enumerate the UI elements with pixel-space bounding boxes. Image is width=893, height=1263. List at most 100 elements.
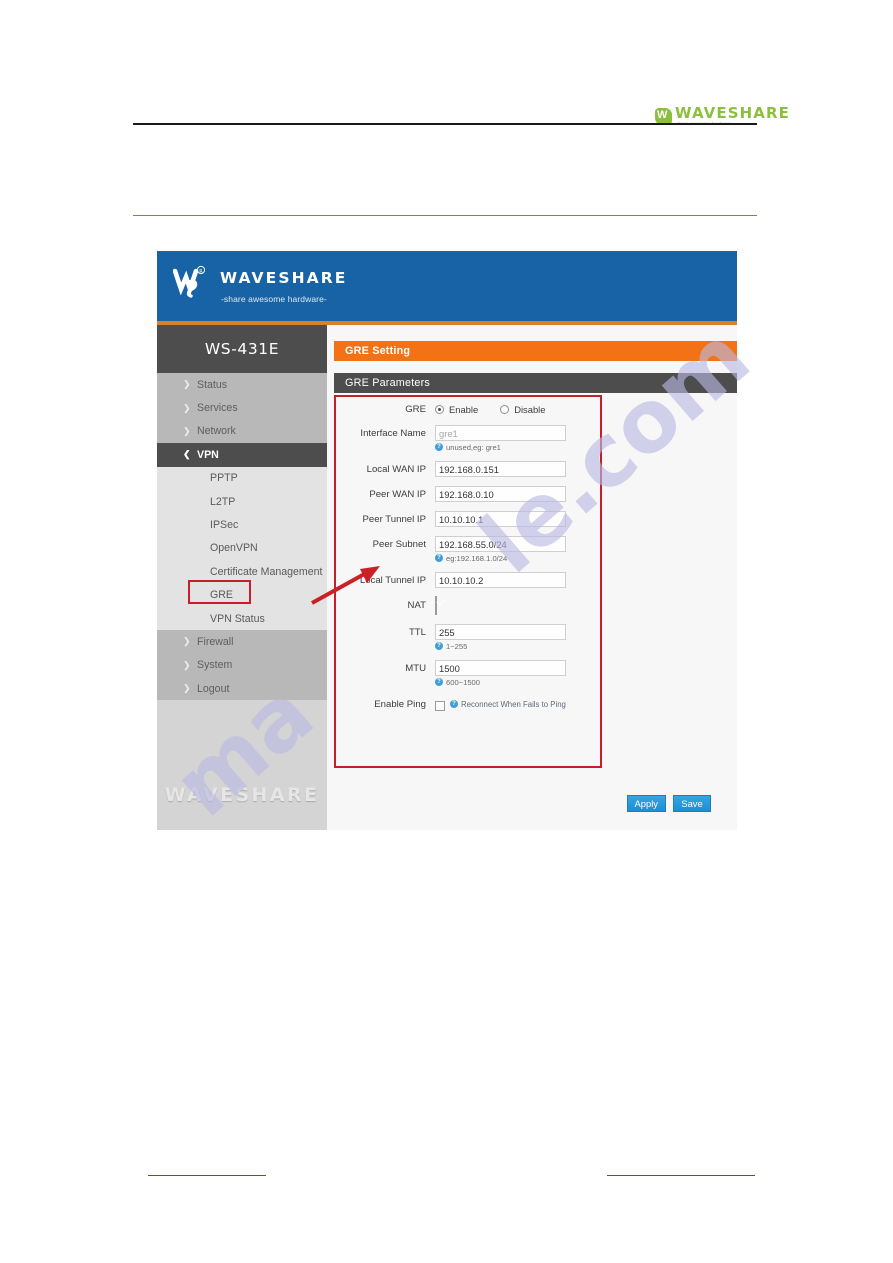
chevron-right-icon: ❯ [183, 636, 191, 647]
sidebar-item-logout[interactable]: ❯ Logout [157, 677, 327, 700]
chevron-right-icon: ❯ [183, 379, 191, 390]
device-model-label: WS-431E [157, 325, 327, 373]
field-peer-wan-ip: Peer WAN IP 192.168.0.10 [334, 485, 626, 502]
gre-parameters-form: GRE Enable Disable Interface Name gre1 ?… [334, 393, 626, 768]
router-brand: WAVESHARE -share awesome hardware- [220, 265, 347, 304]
gre-radio-disable[interactable]: Disable [500, 404, 545, 415]
sidebar-watermark: WAVESHARE [164, 784, 320, 806]
sidebar-item-gre[interactable]: GRE [157, 579, 327, 607]
chevron-right-icon: ❯ [183, 402, 191, 413]
field-label: GRE [405, 404, 426, 415]
field-label: Peer Subnet [372, 538, 426, 550]
enable-ping-checkbox[interactable] [435, 700, 445, 711]
ttl-input[interactable]: 255 [435, 623, 566, 640]
router-header: R WAVESHARE -share awesome hardware- [157, 251, 737, 321]
waveshare-logo-icon [655, 107, 672, 125]
gre-radio-enable[interactable]: Enable [435, 404, 478, 415]
sidebar-item-label: System [197, 659, 233, 672]
field-label: TTL [408, 626, 426, 638]
enable-ping-hint: ? Reconnect When Fails to Ping [450, 700, 566, 709]
local-tunnel-ip-input[interactable]: 10.10.10.2 [435, 571, 566, 588]
field-interface-name: Interface Name gre1 ? unused,eg: gre1 [334, 424, 626, 452]
hint-text: unused,eg: gre1 [446, 442, 501, 452]
help-icon: ? [435, 554, 443, 563]
field-label: MTU [405, 662, 426, 674]
field-label: Peer WAN IP [369, 488, 426, 500]
hint-text: Reconnect When Fails to Ping [461, 699, 566, 709]
chevron-down-icon: ❮ [183, 449, 191, 460]
sidebar-item-label: Firewall [197, 635, 234, 648]
peer-wan-ip-input[interactable]: 192.168.0.10 [435, 485, 566, 502]
sidebar-item-certificate-management[interactable]: Certificate Management [157, 560, 327, 583]
apply-button[interactable]: Apply [626, 795, 666, 812]
sidebar-item-label: Status [197, 378, 228, 391]
radio-label: Disable [514, 404, 546, 415]
field-peer-subnet: Peer Subnet 192.168.55.0/24 ? eg:192.168… [334, 535, 626, 563]
sidebar: WS-431E ❯ Status ❯ Services ❯ Network ❮ … [157, 325, 327, 830]
interface-name-input[interactable]: gre1 [435, 424, 566, 441]
sidebar-item-ipsec[interactable]: IPSec [157, 513, 327, 536]
sidebar-bottom-group: ❯ Firewall ❯ System ❯ Logout [157, 630, 327, 701]
sidebar-item-label: PPTP [210, 472, 238, 485]
router-brand-tagline: -share awesome hardware- [221, 294, 327, 304]
help-icon: ? [435, 642, 443, 651]
radio-selected-icon [435, 405, 444, 414]
sidebar-item-label: L2TP [210, 495, 236, 508]
header-divider [133, 123, 757, 125]
field-label: Enable Ping [374, 698, 426, 710]
help-icon: ? [435, 678, 443, 687]
chevron-right-icon: ❯ [183, 425, 191, 436]
sidebar-item-l2tp[interactable]: L2TP [157, 490, 327, 513]
sidebar-item-system[interactable]: ❯ System [157, 654, 327, 677]
form-actions: Apply Save [626, 795, 711, 812]
field-label: Local Tunnel IP [359, 574, 426, 586]
interface-name-hint: ? unused,eg: gre1 [435, 443, 626, 452]
sidebar-item-label: Certificate Management [210, 565, 323, 578]
sidebar-item-firewall[interactable]: ❯ Firewall [157, 630, 327, 653]
sidebar-item-pptp[interactable]: PPTP [157, 467, 327, 490]
radio-label: Enable [449, 404, 479, 415]
sidebar-item-label: Network [197, 425, 236, 438]
sidebar-item-label: GRE [210, 589, 233, 602]
page-title: GRE Setting [334, 341, 737, 361]
mtu-hint: ? 600~1500 [435, 678, 626, 687]
peer-subnet-input[interactable]: 192.168.55.0/24 [435, 535, 566, 552]
field-nat: NAT [334, 595, 626, 615]
field-gre: GRE Enable Disable [334, 401, 626, 416]
footer-divider-right [607, 1175, 755, 1176]
sidebar-vpn-submenu: PPTP L2TP IPSec OpenVPN Certificate Mana… [157, 466, 327, 631]
sidebar-item-vpn[interactable]: ❮ VPN [157, 443, 327, 467]
sidebar-item-openvpn[interactable]: OpenVPN [157, 537, 327, 560]
nat-checkbox[interactable] [435, 595, 437, 615]
content-pane: GRE Setting GRE Parameters GRE Enable Di… [327, 325, 737, 830]
field-enable-ping: Enable Ping ? Reconnect When Fails to Pi… [334, 696, 626, 711]
sidebar-item-label: Logout [197, 682, 230, 695]
peer-subnet-hint: ? eg:192.168.1.0/24 [435, 554, 626, 563]
local-wan-ip-input[interactable]: 192.168.0.151 [435, 460, 566, 477]
sidebar-item-vpn-status[interactable]: VPN Status [157, 607, 327, 630]
save-button[interactable]: Save [673, 795, 711, 812]
chevron-right-icon: ❯ [183, 659, 191, 670]
sidebar-item-label: VPN Status [210, 612, 265, 625]
sidebar-item-services[interactable]: ❯ Services [157, 396, 327, 419]
chevron-right-icon: ❯ [183, 683, 191, 694]
sidebar-top-group: ❯ Status ❯ Services ❯ Network ❮ VPN [157, 373, 327, 467]
sidebar-item-status[interactable]: ❯ Status [157, 373, 327, 396]
hint-text: eg:192.168.1.0/24 [446, 553, 508, 563]
field-label: NAT [407, 599, 426, 611]
hint-text: 1~255 [446, 641, 468, 651]
sidebar-item-label: IPSec [210, 519, 239, 532]
router-brand-name: WAVESHARE [220, 269, 348, 287]
svg-text:R: R [199, 269, 203, 275]
help-icon: ? [450, 700, 458, 709]
field-mtu: MTU 1500 ? 600~1500 [334, 659, 626, 687]
mtu-input[interactable]: 1500 [435, 659, 566, 676]
peer-tunnel-ip-input[interactable]: 10.10.10.1 [435, 510, 566, 527]
section-title: GRE Parameters [334, 373, 737, 393]
help-icon: ? [435, 443, 443, 452]
sidebar-item-network[interactable]: ❯ Network [157, 420, 327, 443]
footer-divider-left [148, 1175, 266, 1176]
field-label: Peer Tunnel IP [362, 513, 426, 525]
ttl-hint: ? 1~255 [435, 642, 626, 651]
waveshare-logo-icon: R [173, 265, 211, 299]
